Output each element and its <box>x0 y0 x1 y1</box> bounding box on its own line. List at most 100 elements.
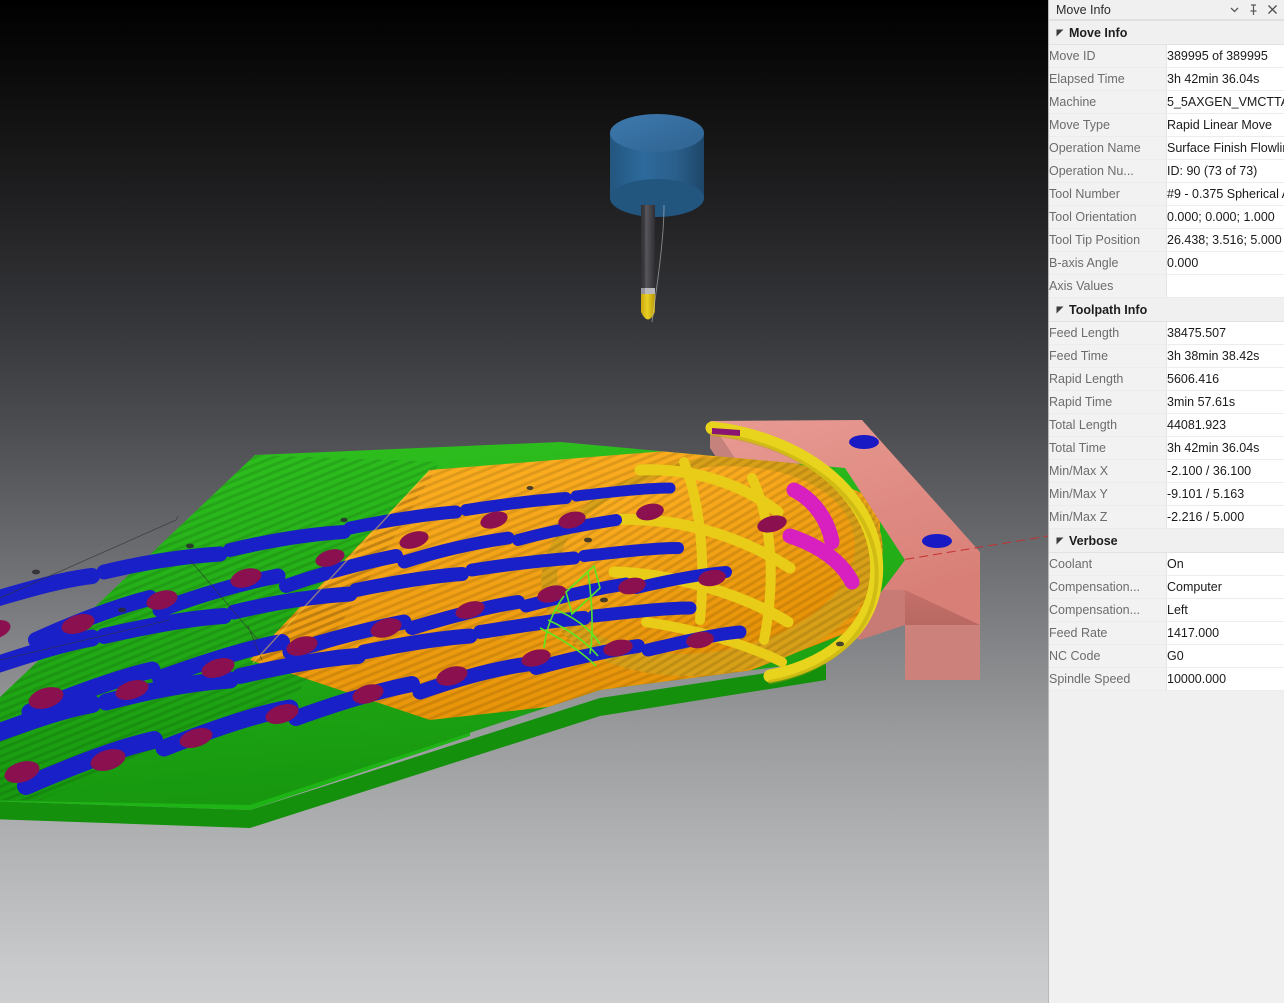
property-label: Machine <box>1049 90 1167 114</box>
property-label: Rapid Time <box>1049 390 1167 414</box>
fixture-hole <box>922 534 952 548</box>
property-row[interactable]: B-axis Angle 0.000 <box>1049 251 1284 275</box>
property-label: Feed Time <box>1049 344 1167 368</box>
property-label: Min/Max X <box>1049 459 1167 483</box>
property-label: B-axis Angle <box>1049 251 1167 275</box>
property-grid-scroll[interactable]: Move Info Move ID 389995 of 389995 Elapsed … <box>1049 20 1284 1003</box>
property-label: Axis Values <box>1049 274 1167 298</box>
property-group-label: Move Info <box>1069 25 1128 40</box>
property-label: NC Code <box>1049 644 1167 668</box>
property-label: Total Time <box>1049 436 1167 460</box>
property-value[interactable]: 10000.000 <box>1166 667 1284 691</box>
property-row[interactable]: Rapid Time 3min 57.61s <box>1049 390 1284 414</box>
property-value[interactable]: -9.101 / 5.163 <box>1166 482 1284 506</box>
property-group-header[interactable]: Verbose <box>1049 528 1284 553</box>
property-row[interactable]: Min/Max Z -2.216 / 5.000 <box>1049 505 1284 529</box>
property-value[interactable]: Left <box>1166 598 1284 622</box>
property-label: Move Type <box>1049 113 1167 137</box>
property-label: Tool Tip Position <box>1049 228 1167 252</box>
property-label: Operation Nu... <box>1049 159 1167 183</box>
property-row[interactable]: Axis Values <box>1049 274 1284 298</box>
group-collapse-icon[interactable] <box>1056 305 1069 314</box>
property-value[interactable]: 3h 38min 38.42s <box>1166 344 1284 368</box>
property-row[interactable]: Feed Rate 1417.000 <box>1049 621 1284 645</box>
property-label: Compensation... <box>1049 598 1167 622</box>
property-group-header[interactable]: Move Info <box>1049 20 1284 45</box>
property-label: Coolant <box>1049 552 1167 576</box>
panel-titlebar: Move Info <box>1049 0 1284 20</box>
cnc-simulation-viewport[interactable] <box>0 0 1048 1003</box>
property-row[interactable]: Move Type Rapid Linear Move <box>1049 113 1284 137</box>
property-value[interactable]: 0.000; 0.000; 1.000 <box>1166 205 1284 229</box>
property-group-header[interactable]: Toolpath Info <box>1049 297 1284 322</box>
close-icon[interactable] <box>1263 1 1282 19</box>
property-row[interactable]: Tool Tip Position 26.438; 3.516; 5.000 <box>1049 228 1284 252</box>
property-label: Min/Max Y <box>1049 482 1167 506</box>
property-value[interactable]: On <box>1166 552 1284 576</box>
milling-tool <box>610 114 704 323</box>
property-row[interactable]: Min/Max Y -9.101 / 5.163 <box>1049 482 1284 506</box>
property-row[interactable]: Machine5_5AXGEN_VMCTTAB <box>1049 90 1284 114</box>
property-row[interactable]: Operation Nu... ID: 90 (73 of 73) <box>1049 159 1284 183</box>
property-row[interactable]: Feed Time 3h 38min 38.42s <box>1049 344 1284 368</box>
property-value[interactable] <box>1166 274 1284 298</box>
property-value[interactable]: #9 - 0.375 Spherical A <box>1166 182 1284 206</box>
lacrosse-head-workpiece <box>0 421 905 828</box>
property-row[interactable]: Elapsed Time 3h 42min 36.04s <box>1049 67 1284 91</box>
property-row[interactable]: Total Time 3h 42min 36.04s <box>1049 436 1284 460</box>
panel-empty-area <box>1049 691 1284 1003</box>
property-value[interactable]: -2.100 / 36.100 <box>1166 459 1284 483</box>
property-value[interactable]: 0.000 <box>1166 251 1284 275</box>
property-label: Compensation... <box>1049 575 1167 599</box>
property-row[interactable]: NC Code G0 <box>1049 644 1284 668</box>
property-value[interactable]: 5606.416 <box>1166 367 1284 391</box>
property-label: Feed Rate <box>1049 621 1167 645</box>
property-grid: Move Info Move ID 389995 of 389995 Elapsed … <box>1049 20 1284 691</box>
property-row[interactable]: Operation Name Surface Finish Flowline <box>1049 136 1284 160</box>
property-value[interactable]: 3min 57.61s <box>1166 390 1284 414</box>
property-value[interactable]: Computer <box>1166 575 1284 599</box>
fixture-hole <box>849 435 879 449</box>
property-row[interactable]: Rapid Length 5606.416 <box>1049 367 1284 391</box>
property-label: Min/Max Z <box>1049 505 1167 529</box>
property-row[interactable]: Tool Number #9 - 0.375 Spherical A <box>1049 182 1284 206</box>
group-collapse-icon[interactable] <box>1056 536 1069 545</box>
property-label: Elapsed Time <box>1049 67 1167 91</box>
property-row[interactable]: Tool Orientation 0.000; 0.000; 1.000 <box>1049 205 1284 229</box>
chevron-down-icon[interactable] <box>1225 1 1244 19</box>
property-value[interactable]: 1417.000 <box>1166 621 1284 645</box>
property-label: Spindle Speed <box>1049 667 1167 691</box>
property-label: Operation Name <box>1049 136 1167 160</box>
group-collapse-icon[interactable] <box>1056 28 1069 37</box>
pin-icon[interactable] <box>1244 1 1263 19</box>
property-row[interactable]: Feed Length 38475.507 <box>1049 321 1284 345</box>
property-label: Rapid Length <box>1049 367 1167 391</box>
property-row[interactable]: Coolant On <box>1049 552 1284 576</box>
property-value[interactable]: 38475.507 <box>1166 321 1284 345</box>
property-value[interactable]: 3h 42min 36.04s <box>1166 67 1284 91</box>
property-value[interactable]: Surface Finish Flowline <box>1166 136 1284 160</box>
property-value[interactable]: ID: 90 (73 of 73) <box>1166 159 1284 183</box>
property-row[interactable]: Move ID 389995 of 389995 <box>1049 44 1284 68</box>
property-value[interactable]: 389995 of 389995 <box>1166 44 1284 68</box>
cam-simulation-window: Move Info Move Info Move ID 389995 of 3899… <box>0 0 1284 1003</box>
property-row[interactable]: Compensation... Left <box>1049 598 1284 622</box>
property-row[interactable]: Total Length 44081.923 <box>1049 413 1284 437</box>
move-info-panel: Move Info Move Info Move ID 389995 of 3899… <box>1048 0 1284 1003</box>
property-value[interactable]: 44081.923 <box>1166 413 1284 437</box>
property-label: Tool Number <box>1049 182 1167 206</box>
property-label: Feed Length <box>1049 321 1167 345</box>
property-value[interactable]: 3h 42min 36.04s <box>1166 436 1284 460</box>
property-value[interactable]: 5_5AXGEN_VMCTTAB <box>1166 90 1284 114</box>
property-row[interactable]: Spindle Speed 10000.000 <box>1049 667 1284 691</box>
panel-title: Move Info <box>1056 2 1111 17</box>
property-value[interactable]: -2.216 / 5.000 <box>1166 505 1284 529</box>
property-row[interactable]: Compensation... Computer <box>1049 575 1284 599</box>
property-value[interactable]: Rapid Linear Move <box>1166 113 1284 137</box>
property-label: Tool Orientation <box>1049 205 1167 229</box>
property-value[interactable]: 26.438; 3.516; 5.000 <box>1166 228 1284 252</box>
property-label: Total Length <box>1049 413 1167 437</box>
property-value[interactable]: G0 <box>1166 644 1284 668</box>
property-group-label: Toolpath Info <box>1069 302 1148 317</box>
property-row[interactable]: Min/Max X -2.100 / 36.100 <box>1049 459 1284 483</box>
